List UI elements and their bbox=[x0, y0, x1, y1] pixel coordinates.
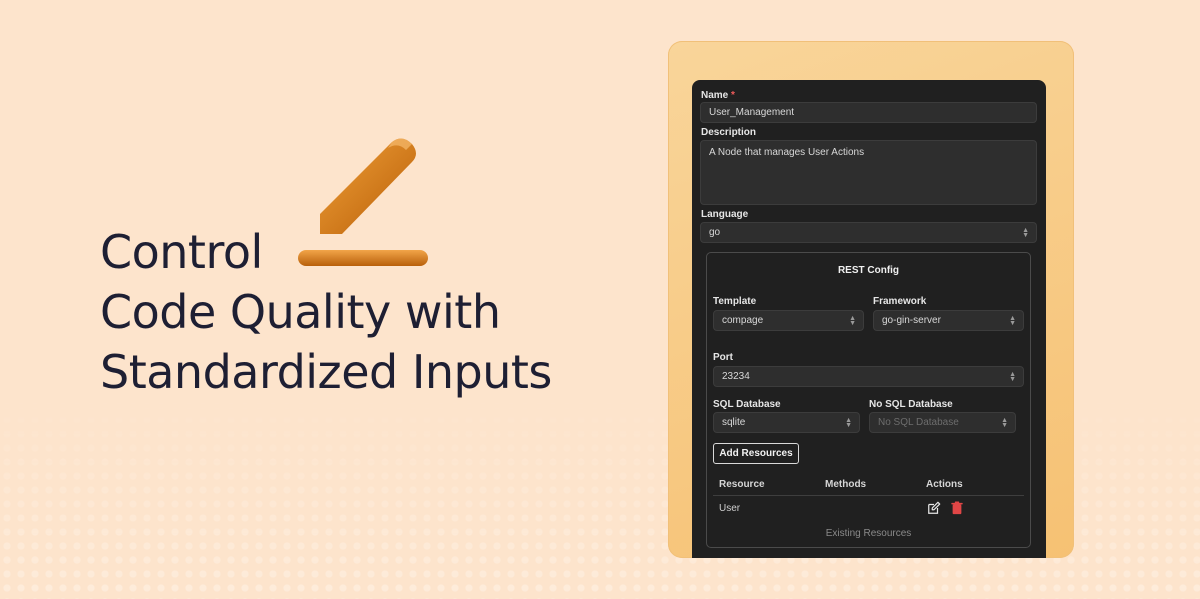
add-resources-button[interactable]: Add Resources bbox=[713, 443, 799, 464]
pencil-icon bbox=[298, 138, 428, 266]
name-label: Name * bbox=[701, 90, 735, 101]
framework-select[interactable]: go-gin-server ▲ ▼ bbox=[873, 310, 1024, 331]
rest-config-title: REST Config bbox=[837, 265, 900, 276]
table-caption: Existing Resources bbox=[825, 528, 912, 539]
edit-icon[interactable] bbox=[927, 501, 941, 515]
sql-database-label: SQL Database bbox=[713, 399, 781, 410]
table-divider bbox=[713, 495, 1024, 496]
number-stepper-icon[interactable]: ▲ ▼ bbox=[1009, 371, 1016, 383]
headline-line-3: Standardized Inputs bbox=[100, 345, 552, 399]
column-header-methods: Methods bbox=[825, 479, 867, 490]
language-value: go bbox=[709, 227, 721, 238]
select-chevron-icon: ▲ ▼ bbox=[1009, 314, 1016, 327]
name-input[interactable]: User_Management bbox=[700, 102, 1037, 123]
rest-config-section: REST Config Template compage ▲ ▼ Framewor… bbox=[706, 252, 1031, 548]
nosql-database-placeholder: No SQL Database bbox=[878, 417, 959, 428]
resource-cell: User bbox=[719, 503, 741, 514]
select-chevron-icon: ▲ ▼ bbox=[1022, 226, 1029, 239]
nosql-database-label: No SQL Database bbox=[869, 399, 953, 410]
nosql-database-select[interactable]: No SQL Database ▲ ▼ bbox=[869, 412, 1016, 433]
select-chevron-icon: ▲ ▼ bbox=[1001, 416, 1008, 429]
language-select[interactable]: go ▲ ▼ bbox=[700, 222, 1037, 243]
column-header-actions: Actions bbox=[926, 479, 963, 490]
description-label: Description bbox=[701, 127, 757, 138]
template-label: Template bbox=[713, 296, 757, 307]
node-config-panel: Name * User_Management Description A Nod… bbox=[692, 80, 1046, 558]
port-input[interactable]: 23234 ▲ ▼ bbox=[713, 366, 1024, 387]
select-chevron-icon: ▲ ▼ bbox=[849, 314, 856, 327]
port-label: Port bbox=[713, 352, 733, 363]
template-select[interactable]: compage ▲ ▼ bbox=[713, 310, 864, 331]
framework-value: go-gin-server bbox=[882, 315, 941, 326]
framework-label: Framework bbox=[873, 296, 927, 307]
trash-icon[interactable] bbox=[950, 501, 964, 515]
port-value: 23234 bbox=[722, 371, 750, 382]
column-header-resource: Resource bbox=[719, 479, 765, 490]
description-textarea[interactable]: A Node that manages User Actions bbox=[700, 140, 1037, 205]
select-chevron-icon: ▲ ▼ bbox=[845, 416, 852, 429]
template-value: compage bbox=[722, 315, 764, 326]
required-marker: * bbox=[731, 90, 735, 101]
sql-database-value: sqlite bbox=[722, 417, 746, 428]
sql-database-select[interactable]: sqlite ▲ ▼ bbox=[713, 412, 860, 433]
language-label: Language bbox=[701, 209, 749, 220]
headline-line-2: Code Quality with bbox=[100, 285, 501, 339]
